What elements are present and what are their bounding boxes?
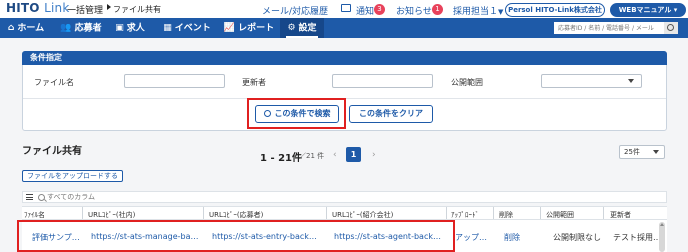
conditions-title: 条件指定 [22, 51, 667, 65]
column-header-updater[interactable]: 更新者 [610, 210, 631, 220]
updater-input[interactable] [332, 74, 433, 88]
oshirase-count-badge: 1 [432, 4, 443, 15]
file-name-label: ファイル名 [34, 78, 74, 87]
gear-icon: ⚙ [287, 23, 296, 33]
caret-down-icon: ▼ [498, 8, 504, 16]
column-divider [540, 207, 541, 219]
column-header-file-name[interactable]: ﾌｧｲﾙ名 [24, 210, 45, 220]
calendar-icon: ▦ [163, 23, 172, 33]
nav-events[interactable]: ▦ イベント [160, 18, 214, 38]
search-button[interactable] [664, 22, 678, 34]
delete-link[interactable]: 削除 [504, 232, 520, 243]
column-header-upload[interactable]: ｱｯﾌﾟﾛｰﾄﾞ [451, 210, 479, 220]
home-icon: ⌂ [7, 23, 15, 33]
column-divider [603, 207, 604, 219]
column-header-scope[interactable]: 公開範囲 [546, 210, 574, 220]
current-page-button[interactable]: 1 [346, 147, 361, 162]
next-page-button[interactable]: › [372, 150, 376, 160]
notice-count-badge: 3 [374, 4, 385, 15]
search-icon [667, 24, 674, 31]
chart-icon: 📈 [223, 23, 236, 33]
column-divider [203, 207, 204, 219]
url-row-highlight [17, 220, 455, 252]
scroll-up-icon [660, 223, 664, 226]
oshirase-link[interactable]: お知らせ [396, 4, 432, 17]
search-icon [263, 110, 271, 117]
menu-icon[interactable] [26, 194, 33, 202]
breadcrumb: ファイル共有 [113, 5, 161, 14]
column-divider [493, 207, 494, 219]
caret-down-icon [653, 150, 659, 154]
upload-file-button[interactable]: ファイルをアップロードする [22, 170, 123, 182]
caret-down-icon [628, 79, 634, 83]
nav-applicants[interactable]: 👥 応募者 [56, 18, 106, 38]
scope-label: 公開範囲 [451, 78, 483, 87]
upload-link[interactable]: アップ… [455, 232, 487, 243]
updater-label: 更新者 [242, 78, 266, 87]
nav-jobs[interactable]: ▣ 求人 [110, 18, 150, 38]
mail-history-link[interactable]: メール/対応履歴 [262, 4, 328, 17]
column-divider [82, 207, 83, 219]
hitolink-logo[interactable]: HITO Link [6, 1, 69, 15]
nav-reports[interactable]: 📈 レポート [222, 18, 276, 38]
mail-icon [341, 4, 351, 12]
column-search-input[interactable] [37, 192, 157, 202]
scope-select[interactable] [541, 74, 642, 88]
nav-settings[interactable]: ⚙ 設定 [280, 18, 324, 38]
web-manual-button[interactable]: WEBマニュアル ▾ [610, 3, 686, 17]
column-header-url-internal[interactable]: URLｺﾋﾟｰ(社内) [88, 210, 135, 220]
scope-cell: 公開制限なし [553, 233, 601, 242]
breadcrumb-arrow-icon [107, 4, 111, 10]
column-header-url-agent[interactable]: URLｺﾋﾟｰ(紹介会社) [332, 210, 393, 220]
search-condition-button[interactable]: この条件で検索 [255, 105, 339, 123]
users-icon: 👥 [60, 23, 72, 33]
updater-cell: テスト採用… [613, 233, 661, 242]
prev-page-button[interactable]: ‹ [333, 150, 337, 160]
chevron-down-icon: ▾ [671, 6, 678, 14]
result-range: 1 - 21件 [260, 153, 302, 164]
table-scrollbar[interactable] [659, 222, 665, 252]
column-header-delete[interactable]: 削除 [499, 210, 513, 220]
per-page-select[interactable]: 25件 [619, 145, 665, 159]
bulk-management-label[interactable]: 一括管理 [67, 3, 103, 16]
applicant-search-input[interactable] [554, 22, 664, 34]
nav-home[interactable]: ⌂ ホーム [0, 18, 52, 38]
column-divider [326, 207, 327, 219]
page-title: ファイル共有 [22, 146, 82, 157]
company-pill[interactable]: Persol HITO-Link株式会社 [505, 3, 605, 17]
column-divider [446, 207, 447, 219]
result-total: ／21 件 [299, 152, 325, 160]
notice-link[interactable]: 通知 [356, 4, 374, 17]
recruiter-menu[interactable]: 採用担当１▼ [453, 4, 503, 17]
clear-condition-button[interactable]: この条件をクリア [349, 105, 433, 123]
column-header-url-applicant[interactable]: URLｺﾋﾟｰ(応募者) [209, 210, 263, 220]
briefcase-icon: ▣ [115, 23, 124, 33]
file-name-input[interactable] [124, 74, 225, 88]
